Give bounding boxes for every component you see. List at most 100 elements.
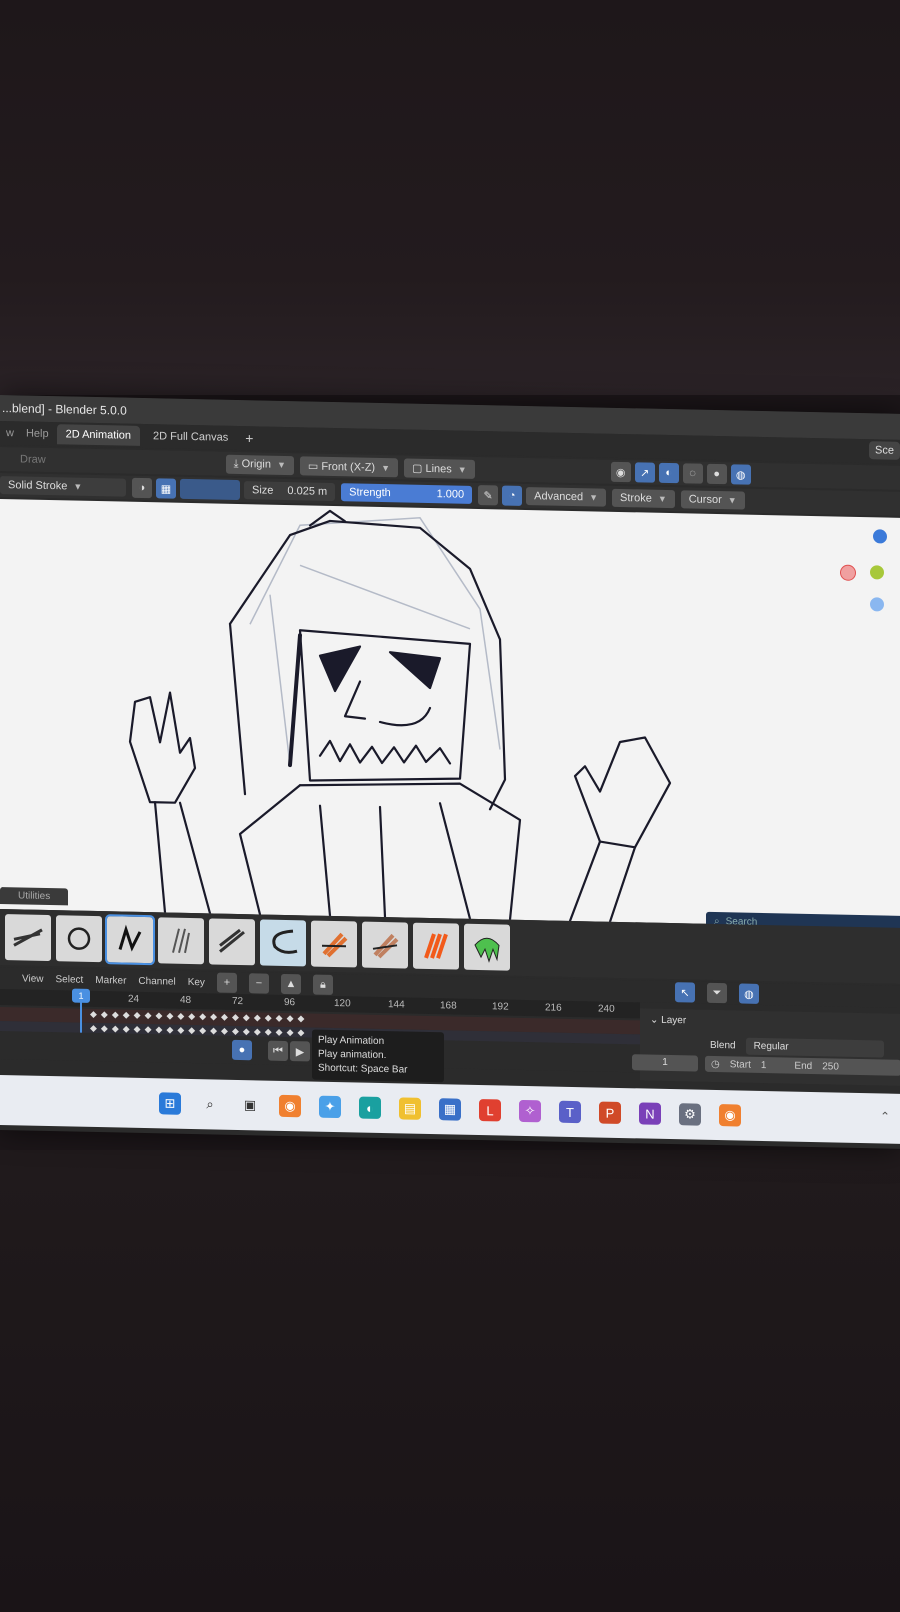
size-field[interactable]: Size 0.025 m <box>244 481 336 502</box>
advanced-dropdown[interactable]: Advanced ▼ <box>526 487 607 507</box>
brush-ink-icon <box>13 928 43 947</box>
lines-icon: ▢ <box>412 462 426 475</box>
brush-thumbnail[interactable] <box>158 917 204 965</box>
chevron-down-icon: ▼ <box>457 464 467 475</box>
cursor-dropdown[interactable]: Cursor ▼ <box>680 490 745 510</box>
stroke-type-dropdown[interactable]: Solid Stroke ▼ <box>0 476 126 497</box>
timeline-menu-marker[interactable]: Marker <box>95 974 126 986</box>
timeline-menu-key[interactable]: Key <box>188 976 205 987</box>
overlay-toggle-icon[interactable]: ◐ <box>658 462 679 484</box>
teams-icon[interactable]: T <box>559 1100 581 1124</box>
shading-material-icon[interactable]: ◍ <box>730 464 751 485</box>
ruler-tick: 72 <box>232 995 244 1008</box>
mode-label[interactable]: Draw <box>20 453 46 466</box>
tab-2d-full-canvas[interactable]: 2D Full Canvas <box>144 426 237 448</box>
brush-loop-icon <box>67 927 91 950</box>
brush-thumbnail[interactable] <box>260 919 306 967</box>
copilot-icon[interactable]: ✦ <box>319 1095 341 1119</box>
brush-thumbnail[interactable] <box>56 915 102 963</box>
chevron-down-icon: ▼ <box>276 459 286 470</box>
select-tool-icon[interactable]: ↖ <box>674 982 695 1003</box>
brush-thumbnail[interactable] <box>362 921 408 969</box>
lock-icon[interactable]: 🔒︎ <box>312 974 333 995</box>
task-view-icon[interactable]: ▣ <box>239 1094 261 1116</box>
powerpoint-icon[interactable]: P <box>599 1101 621 1125</box>
windows-taskbar: ⊞ ⌕ ▣ ◉ ✦ ◐ ▤ ▦ L ✧ T P N ⚙ ◉ ⌃ <box>0 1075 900 1144</box>
add-keyframe-icon[interactable]: + <box>216 972 237 993</box>
store-icon[interactable]: ▦ <box>439 1098 461 1121</box>
jump-start-icon[interactable]: ⏮ <box>268 1040 288 1062</box>
gizmo-x-axis-icon[interactable] <box>840 564 856 581</box>
windows-start-icon[interactable]: ⊞ <box>159 1092 181 1115</box>
view-dropdown[interactable]: ▭ Front (X-Z) ▼ <box>299 455 399 477</box>
view-toggle-icon[interactable]: ◍ <box>738 983 759 1004</box>
ruler-tick: 168 <box>440 1000 457 1012</box>
end-frame-field[interactable]: 250 <box>822 1061 839 1072</box>
brush-thumbnail[interactable] <box>311 920 357 968</box>
xray-icon[interactable]: ◌ <box>682 463 703 484</box>
color-field[interactable] <box>180 478 240 501</box>
menu-item-help[interactable]: Help <box>26 428 49 440</box>
menu-item-window[interactable]: w <box>6 427 14 439</box>
app-l-icon[interactable]: L <box>479 1099 501 1122</box>
blend-label: Blend <box>710 1039 736 1052</box>
filter-icon[interactable]: ⏷ <box>706 982 727 1004</box>
gizmo-y-axis-icon[interactable] <box>870 565 884 580</box>
gizmo-neg-z-icon[interactable] <box>870 597 884 612</box>
settings-icon[interactable]: ⚙ <box>679 1103 701 1126</box>
color-swatch-icon[interactable]: ▦ <box>156 478 176 499</box>
tab-2d-animation[interactable]: 2D Animation <box>56 424 141 446</box>
start-frame-field[interactable]: 1 <box>761 1059 767 1070</box>
gizmo-z-axis-icon[interactable] <box>873 529 887 544</box>
brush-material-icon[interactable]: ◑ <box>132 477 152 499</box>
play-icon[interactable]: ▶ <box>290 1041 310 1062</box>
blend-dropdown[interactable]: Regular <box>745 1037 884 1058</box>
tooltip-shortcut: Shortcut: Space Bar <box>318 1062 408 1076</box>
brush-thumbnail-selected[interactable] <box>105 914 155 966</box>
timeline-menu-select[interactable]: Select <box>56 974 84 986</box>
brush-thumbnail[interactable] <box>5 914 51 962</box>
pen-pressure-icon[interactable]: ✎ <box>478 485 499 506</box>
file-explorer-icon[interactable]: ▤ <box>399 1097 421 1120</box>
brush-hatch-icon <box>172 928 190 954</box>
brush-asset-tab[interactable]: Utilities <box>0 887 69 906</box>
ruler-tick: 96 <box>284 996 296 1009</box>
end-label: End <box>794 1060 813 1072</box>
brush-drip-icon <box>474 937 500 963</box>
strength-slider[interactable]: Strength 1.000 <box>341 483 473 504</box>
chevron-down-icon: ▼ <box>381 462 391 473</box>
brush-marker-icon <box>219 928 245 953</box>
blender-icon[interactable]: ◉ <box>719 1104 741 1127</box>
window-title: ...blend] - Blender 5.0.0 <box>2 401 127 418</box>
onenote-icon[interactable]: N <box>639 1102 661 1125</box>
blender-icon[interactable]: ◉ <box>279 1094 301 1118</box>
current-frame-field[interactable]: 1 <box>632 1054 698 1072</box>
current-frame-indicator[interactable]: 1 <box>72 988 90 1003</box>
system-tray-chevron-icon[interactable]: ⌃ <box>880 1109 890 1123</box>
ruler-tick: 120 <box>334 997 351 1010</box>
remove-keyframe-icon[interactable]: − <box>248 973 269 994</box>
search-icon[interactable]: ⌕ <box>199 1093 221 1115</box>
ruler-tick: 216 <box>545 1002 562 1014</box>
edge-icon[interactable]: ◐ <box>359 1096 381 1119</box>
monitor-screen: ...blend] - Blender 5.0.0 w Help 2D Anim… <box>0 395 900 1149</box>
record-icon[interactable]: ● <box>232 1039 252 1061</box>
keyframe-up-icon[interactable]: ▲ <box>280 973 301 995</box>
start-label: Start <box>729 1058 751 1071</box>
pressure-curve-icon[interactable]: ◔ <box>502 485 523 506</box>
brush-thumbnail[interactable] <box>464 923 510 971</box>
brush-thumbnail[interactable] <box>413 922 459 970</box>
scene-selector[interactable]: Sce <box>869 441 900 460</box>
timeline-menu-view[interactable]: View <box>22 973 44 984</box>
copilot-icon[interactable]: ✧ <box>519 1099 541 1123</box>
shading-solid-icon[interactable]: ● <box>706 463 727 485</box>
drawing-viewport[interactable] <box>0 499 900 928</box>
add-workspace-button[interactable]: + <box>245 430 253 446</box>
origin-dropdown[interactable]: ⤓ Origin ▼ <box>225 454 294 475</box>
lines-dropdown[interactable]: ▢ Lines ▼ <box>404 457 475 479</box>
visibility-icon[interactable]: ◉ <box>610 461 631 483</box>
brush-thumbnail[interactable] <box>209 918 255 966</box>
stroke-dropdown[interactable]: Stroke ▼ <box>612 488 675 509</box>
gizmo-toggle-icon[interactable]: ↗ <box>634 462 655 483</box>
timeline-menu-channel[interactable]: Channel <box>138 975 175 987</box>
